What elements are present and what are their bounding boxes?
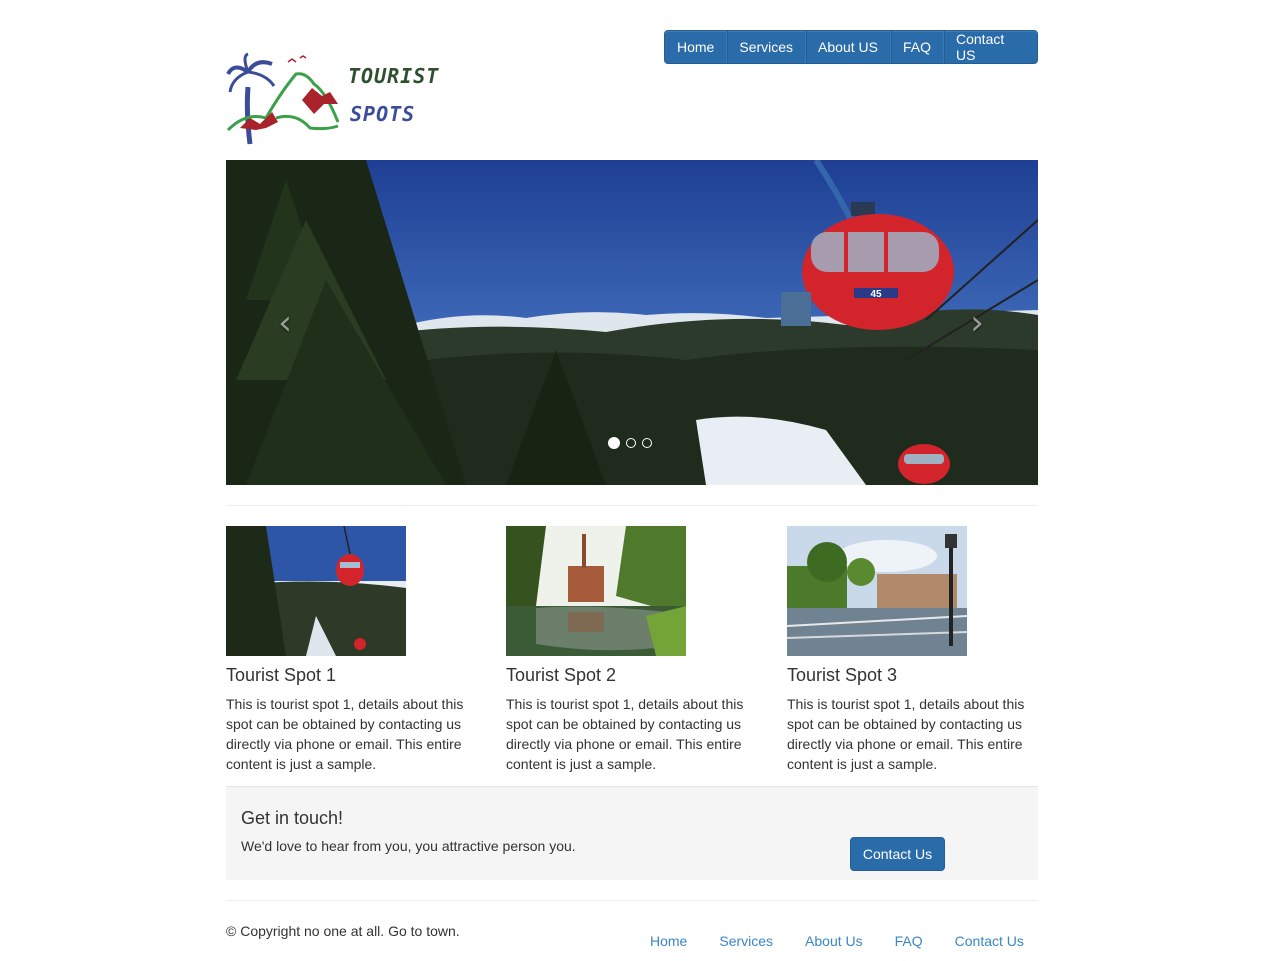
- spot-card-2: Tourist Spot 2 This is tourist spot 1, d…: [506, 526, 756, 774]
- carousel-indicator-3[interactable]: [642, 438, 652, 448]
- footer-link-contact[interactable]: Contact Us: [939, 933, 1040, 949]
- logo-text-line1: TOURIST: [348, 64, 440, 88]
- footer-link-home[interactable]: Home: [634, 933, 703, 949]
- spot-card-3: Tourist Spot 3 This is tourist spot 1, d…: [787, 526, 1037, 774]
- footer-link-about[interactable]: About Us: [789, 933, 879, 949]
- contact-us-button[interactable]: Contact Us: [850, 837, 945, 871]
- carousel-indicator-1[interactable]: [608, 437, 620, 449]
- contact-well: Get in touch! We'd love to hear from you…: [226, 786, 1038, 880]
- footer-link-faq[interactable]: FAQ: [879, 933, 939, 949]
- spot-2-title: Tourist Spot 2: [506, 665, 617, 685]
- spot-2-description: This is tourist spot 1, details about th…: [506, 696, 744, 772]
- footer-link-services[interactable]: Services: [703, 933, 789, 949]
- nav-about[interactable]: About US: [806, 31, 891, 63]
- chevron-right-icon: ›: [970, 303, 984, 343]
- spot-card-1: Tourist Spot 1 This is tourist spot 1, d…: [226, 526, 476, 774]
- spot-1-title: Tourist Spot 1: [226, 665, 337, 685]
- footer-divider: [226, 900, 1038, 901]
- divider: [226, 505, 1038, 506]
- spot-3-title: Tourist Spot 3: [787, 665, 898, 685]
- nav-services[interactable]: Services: [727, 31, 807, 63]
- carousel-indicators: [608, 437, 652, 449]
- palm-mountain-logo-icon: [226, 52, 340, 145]
- spot-1-image[interactable]: [226, 526, 406, 656]
- contact-text: We'd love to hear from you, you attracti…: [241, 838, 576, 854]
- spot-2-image[interactable]: [506, 526, 686, 656]
- carousel-indicator-2[interactable]: [626, 438, 636, 448]
- contact-heading: Get in touch!: [241, 808, 344, 828]
- footer-nav: Home Services About Us FAQ Contact Us: [634, 933, 1040, 949]
- logo-text-line2: SPOTS: [350, 102, 416, 126]
- copyright-text: © Copyright no one at all. Go to town.: [226, 923, 460, 939]
- carousel-next-button[interactable]: ›: [962, 306, 992, 340]
- nav-faq[interactable]: FAQ: [891, 31, 944, 63]
- nav-contact[interactable]: Contact US: [944, 31, 1037, 63]
- carousel-prev-button[interactable]: ‹: [270, 306, 300, 340]
- spot-3-image[interactable]: [787, 526, 967, 656]
- spot-3-description: This is tourist spot 1, details about th…: [787, 696, 1025, 772]
- cabin-number-label: 45: [870, 289, 882, 300]
- site-logo[interactable]: TOURIST SPOTS: [226, 52, 441, 147]
- top-nav: Home Services About US FAQ Contact US: [664, 30, 1038, 64]
- hero-carousel: 45 ‹ ›: [226, 160, 1038, 485]
- page: Home Services About US FAQ Contact US TO…: [0, 0, 1263, 961]
- nav-home[interactable]: Home: [665, 31, 728, 63]
- chevron-left-icon: ‹: [278, 303, 292, 343]
- spot-1-description: This is tourist spot 1, details about th…: [226, 696, 464, 772]
